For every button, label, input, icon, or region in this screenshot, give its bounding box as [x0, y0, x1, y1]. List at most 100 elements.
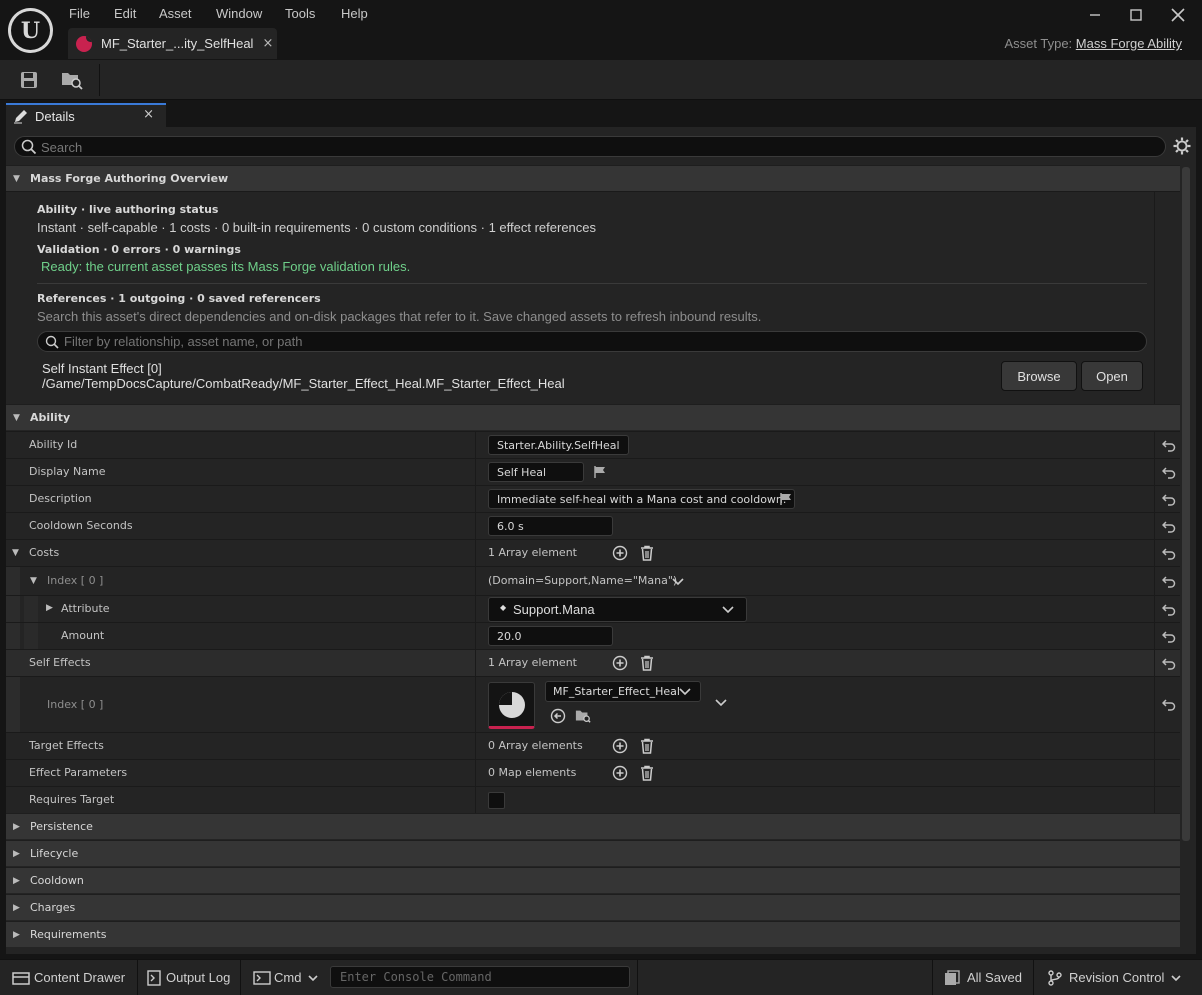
menu-window[interactable]: Window [216, 6, 262, 21]
category-overview[interactable]: ▼ Mass Forge Authoring Overview [6, 165, 1180, 191]
reset-to-default-icon[interactable] [1162, 629, 1176, 643]
open-button[interactable]: Open [1081, 361, 1143, 391]
category-charges[interactable]: ▶ Charges [6, 894, 1180, 920]
amount-field[interactable]: 20.0 [488, 626, 613, 646]
maximize-icon[interactable] [1126, 5, 1146, 25]
menu-help[interactable]: Help [341, 6, 368, 21]
display-name-field[interactable]: Self Heal [488, 462, 584, 482]
reset-to-default-icon[interactable] [1162, 465, 1176, 479]
overview-body: Ability · live authoring status Instant … [6, 191, 1180, 405]
revision-control-button[interactable]: Revision Control [1047, 960, 1183, 995]
details-tab[interactable]: Details × [6, 103, 166, 127]
settings-gear-icon[interactable] [1173, 137, 1191, 155]
output-log-button[interactable]: Output Log [147, 960, 230, 995]
scrollbar[interactable] [1182, 167, 1190, 841]
property-name: Requires Target [29, 793, 115, 806]
ability-id-field[interactable]: Starter.Ability.SelfHeal [488, 435, 629, 455]
reset-to-default-icon[interactable] [1162, 546, 1176, 560]
property-row-requires-target: Requires Target [6, 786, 1180, 813]
category-lifecycle[interactable]: ▶ Lifecycle [6, 840, 1180, 866]
localization-flag-icon[interactable] [593, 465, 607, 479]
cooldown-seconds-field[interactable]: 6.0 s [488, 516, 613, 536]
browse-button[interactable]: Browse [1001, 361, 1077, 391]
reset-to-default-icon[interactable] [1162, 438, 1176, 452]
asset-type: Asset Type: Mass Forge Ability [1004, 36, 1182, 51]
unreal-logo[interactable]: U [8, 8, 53, 53]
close-details-icon[interactable]: × [143, 107, 154, 122]
reference-filter-box[interactable] [37, 331, 1147, 352]
search-box[interactable] [14, 136, 1166, 157]
collapsed-arrow-icon[interactable]: ▶ [46, 603, 53, 613]
category-requirements[interactable]: ▶ Requirements [6, 921, 1180, 947]
chevron-down-icon[interactable] [670, 574, 686, 590]
property-name: Description [29, 492, 92, 505]
reset-to-default-icon[interactable] [1162, 656, 1176, 670]
add-element-icon[interactable] [612, 738, 628, 754]
costs-count: 1 Array element [488, 546, 577, 559]
save-all-button[interactable]: All Saved [944, 960, 1022, 995]
browse-to-asset-icon[interactable] [575, 708, 591, 724]
category-ability-label: Ability [30, 411, 71, 424]
references-help: Search this asset's direct dependencies … [37, 309, 762, 324]
effect-parameters-count: 0 Map elements [488, 766, 577, 779]
reference-path[interactable]: /Game/TempDocsCapture/CombatReady/MF_Sta… [42, 376, 565, 391]
content-drawer-button[interactable]: Content Drawer [12, 960, 125, 995]
reset-to-default-icon[interactable] [1162, 697, 1176, 711]
add-element-icon[interactable] [612, 545, 628, 561]
requires-target-checkbox[interactable] [488, 792, 505, 809]
target-effects-count: 0 Array elements [488, 739, 583, 752]
add-element-icon[interactable] [612, 765, 628, 781]
asset-thumbnail[interactable] [488, 682, 535, 729]
attribute-dropdown[interactable]: ◆ Support.Mana [488, 597, 747, 622]
reset-to-default-icon[interactable] [1162, 602, 1176, 616]
use-selected-asset-icon[interactable] [550, 708, 566, 724]
reset-to-default-icon[interactable] [1162, 492, 1176, 506]
minimize-icon[interactable] [1085, 5, 1105, 25]
validation-heading: Validation · 0 errors · 0 warnings [37, 243, 241, 256]
document-tab[interactable]: MF_Starter_...ity_SelfHeal × [68, 28, 277, 59]
category-ability[interactable]: ▼ Ability [6, 404, 1180, 430]
menu-edit[interactable]: Edit [114, 6, 136, 21]
close-window-icon[interactable] [1168, 5, 1188, 25]
delete-all-icon[interactable] [639, 655, 655, 671]
reference-filter-input[interactable] [64, 334, 1124, 349]
document-tab-label: MF_Starter_...ity_SelfHeal [101, 36, 254, 51]
property-name: Target Effects [29, 739, 104, 752]
delete-all-icon[interactable] [639, 765, 655, 781]
browse-to-asset-icon[interactable] [60, 68, 84, 92]
chevron-down-icon[interactable] [713, 695, 729, 711]
console-command-input[interactable] [330, 966, 630, 988]
all-saved-label: All Saved [967, 970, 1022, 985]
menu-file[interactable]: File [69, 6, 90, 21]
cmd-selector[interactable]: Cmd [253, 960, 320, 995]
localization-flag-icon[interactable] [779, 492, 793, 506]
references-heading: References · 1 outgoing · 0 saved refere… [37, 292, 321, 305]
asset-picker-combo[interactable]: MF_Starter_Effect_Heal [545, 681, 701, 702]
property-name: Self Effects [29, 656, 91, 669]
reset-to-default-icon[interactable] [1162, 574, 1176, 588]
reset-to-default-icon[interactable] [1162, 519, 1176, 533]
delete-all-icon[interactable] [639, 738, 655, 754]
menu-asset[interactable]: Asset [159, 6, 192, 21]
expanded-arrow-icon[interactable]: ▼ [30, 576, 37, 586]
category-cooldown[interactable]: ▶ Cooldown [6, 867, 1180, 893]
description-field[interactable]: Immediate self-heal with a Mana cost and… [488, 489, 796, 509]
delete-all-icon[interactable] [639, 545, 655, 561]
category-persistence[interactable]: ▶ Persistence [6, 813, 1180, 839]
expanded-arrow-icon: ▼ [13, 173, 20, 184]
expanded-arrow-icon[interactable]: ▼ [12, 548, 19, 558]
asset-type-link[interactable]: Mass Forge Ability [1076, 36, 1182, 51]
reference-title: Self Instant Effect [0] [42, 361, 162, 376]
chevron-down-icon [722, 606, 734, 614]
asset-type-label: Asset Type: [1004, 36, 1073, 51]
search-input[interactable] [41, 139, 1141, 155]
title-bar: U File Edit Asset Window Tools Help MF_S… [0, 0, 1202, 60]
menu-tools[interactable]: Tools [285, 6, 315, 21]
save-icon[interactable] [17, 68, 41, 92]
validation-message: Ready: the current asset passes its Mass… [41, 259, 411, 274]
add-element-icon[interactable] [612, 655, 628, 671]
property-row-display-name: Display Name Self Heal [6, 458, 1180, 485]
property-name: Display Name [29, 465, 106, 478]
ability-status-heading: Ability · live authoring status [37, 203, 219, 216]
close-tab-icon[interactable]: × [262, 36, 273, 51]
